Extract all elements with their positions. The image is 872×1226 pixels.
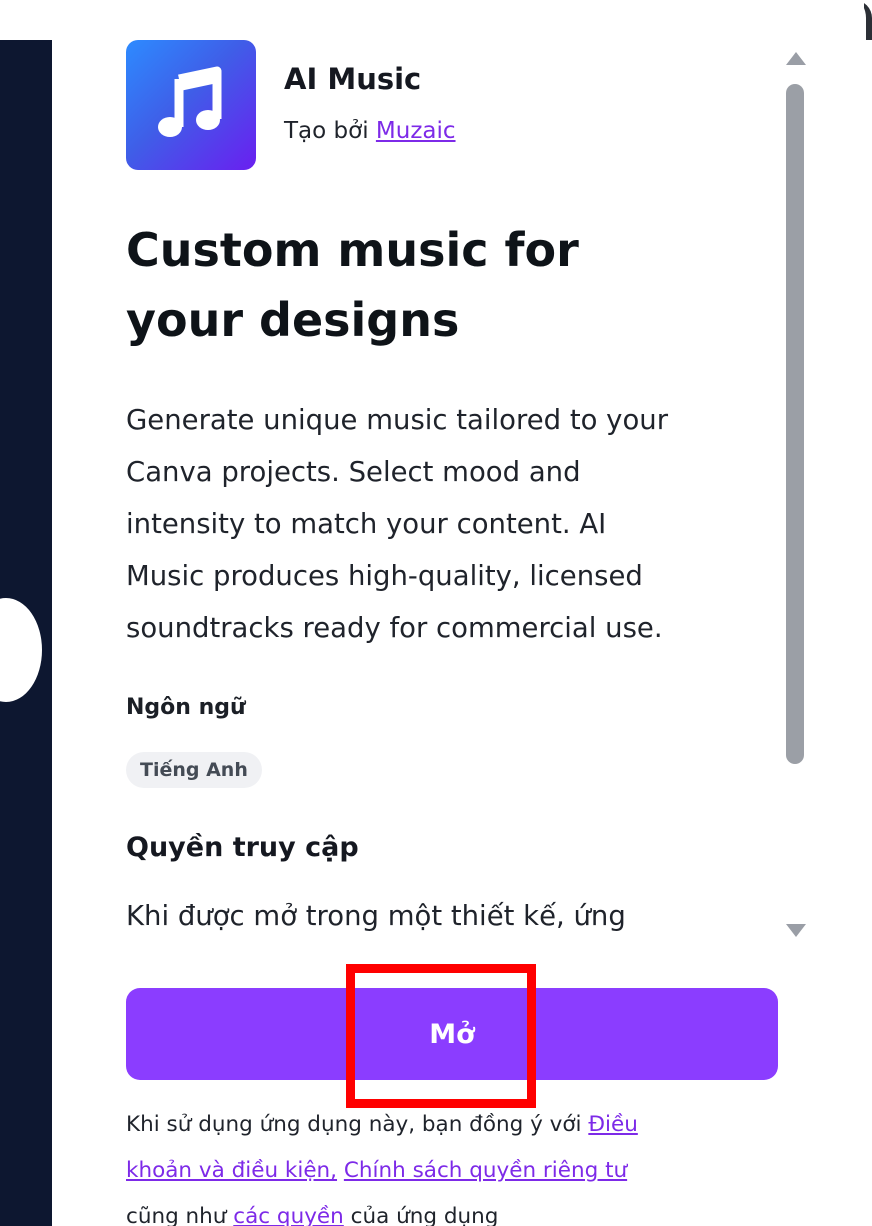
description-line: Canva projects. Select mood and — [126, 456, 581, 488]
terms-suffix: của ứng dụng — [343, 1204, 499, 1226]
app-detail-scroll-area: AI Music Tạo bởi Muzaic Custom music for… — [126, 40, 736, 950]
scrollbar[interactable] — [778, 44, 812, 944]
terms-link-continued[interactable]: khoản và điều kiện, — [126, 1158, 337, 1183]
permissions-text: Khi được mở trong một thiết kế, ứng — [126, 900, 626, 932]
terms-line: Khi sử dụng ứng dụng này, bạn đồng ý với… — [126, 1102, 766, 1148]
app-byline: Tạo bởi Muzaic — [284, 118, 456, 144]
scrollbar-thumb[interactable] — [786, 84, 804, 764]
app-detail-screen: AI Music Tạo bởi Muzaic Custom music for… — [0, 0, 872, 1226]
app-description: Generate unique music tailored to your C… — [126, 394, 736, 654]
terms-prefix: Khi sử dụng ứng dụng này, bạn đồng ý với — [126, 1112, 589, 1137]
app-headline: Custom music for your designs — [126, 215, 726, 355]
headline-line: Custom music for — [126, 223, 579, 277]
terms-link[interactable]: Điều — [588, 1112, 638, 1137]
description-line: intensity to match your content. AI — [126, 508, 607, 540]
permissions-link[interactable]: các quyền — [233, 1204, 344, 1226]
scroll-down-arrow-icon[interactable] — [786, 924, 806, 937]
scroll-up-arrow-icon[interactable] — [786, 52, 806, 65]
description-line: Music produces high-quality, licensed — [126, 560, 643, 592]
description-line: Generate unique music tailored to your — [126, 404, 669, 436]
app-name: AI Music — [284, 62, 422, 96]
terms-line: khoản và điều kiện, Chính sách quyền riê… — [126, 1148, 766, 1194]
app-icon — [126, 40, 256, 170]
permissions-heading: Quyền truy cập — [126, 832, 359, 863]
language-heading: Ngôn ngữ — [126, 695, 246, 720]
terms-line: cũng như các quyền của ứng dụng — [126, 1194, 766, 1226]
terms-notice: Khi sử dụng ứng dụng này, bạn đồng ý với… — [126, 1102, 766, 1226]
terms-also-prefix: cũng như — [126, 1204, 234, 1226]
byline-prefix: Tạo bởi — [284, 118, 376, 144]
developer-link[interactable]: Muzaic — [376, 118, 456, 144]
headline-line: your designs — [126, 293, 460, 347]
language-chip: Tiếng Anh — [126, 752, 262, 788]
music-note-icon — [158, 66, 222, 137]
description-line: soundtracks ready for commercial use. — [126, 612, 663, 644]
open-app-button[interactable]: Mở — [126, 988, 778, 1080]
privacy-policy-link[interactable]: Chính sách quyền riêng tư — [344, 1158, 627, 1183]
